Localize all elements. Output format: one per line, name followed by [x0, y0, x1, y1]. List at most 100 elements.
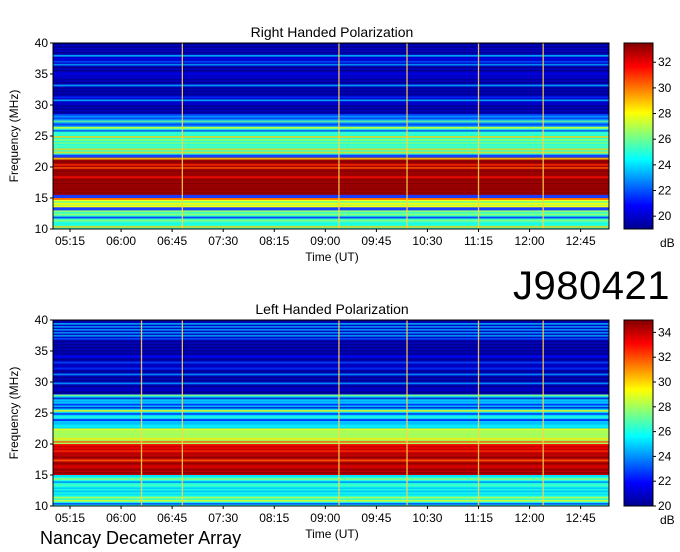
left-panel-x-axis: 05:15 06:00 06:45 07:30 08:15 09:00 09:45 10:30…: [55, 506, 596, 525]
colorbar-tick-label: 28: [658, 400, 672, 414]
band-striation: [53, 179, 609, 182]
band-striation: [53, 496, 609, 499]
band-striation: [53, 48, 609, 51]
right-panel-colorbar: 20 22 24 26 28 30 32 dB: [623, 42, 675, 250]
band-striation: [53, 379, 609, 382]
band-striation: [53, 72, 609, 75]
band-striation: [53, 123, 609, 126]
band-striation: [53, 90, 609, 93]
left-colorbar-gradient: [623, 319, 654, 507]
band-striation: [53, 434, 609, 437]
band-striation: [53, 490, 609, 493]
left-colorbar-ticks: 20 22 24 26 28 30 32 34: [653, 325, 672, 513]
band-striation: [53, 413, 609, 415]
left-panel-title: Left Handed Polarization: [255, 301, 408, 317]
band-striation: [53, 444, 609, 446]
band-striation: [53, 216, 609, 219]
band-striation: [53, 163, 609, 166]
band-striation: [53, 361, 609, 364]
colorbar-tick-label: 32: [658, 350, 672, 364]
right-colorbar-label: dB: [660, 236, 675, 250]
band-striation: [53, 431, 609, 434]
y-tick-label: 10: [35, 222, 49, 236]
band-striation: [53, 403, 609, 406]
right-panel-x-axis: 05:15 06:00 06:45 07:30 08:15 09:00 09:45 10:30…: [55, 229, 596, 248]
y-tick-label: 25: [35, 129, 49, 143]
colorbar-tick-label: 30: [658, 375, 672, 389]
colorbar-tick-label: 26: [658, 425, 672, 439]
y-tick-label: 20: [35, 160, 49, 174]
x-tick-label: 06:00: [106, 234, 136, 248]
x-tick-label: 12:00: [515, 234, 545, 248]
band-striation: [53, 120, 609, 123]
band-striation: [53, 201, 609, 203]
band-striation: [53, 69, 609, 72]
band-striation: [53, 129, 609, 132]
x-tick-label: 11:15: [464, 234, 493, 248]
y-tick-label: 40: [35, 313, 49, 327]
band-striation: [53, 51, 609, 54]
band-striation: [53, 151, 609, 154]
band-striation: [53, 136, 609, 138]
left-panel-colorbar: 20 22 24 26 28 30 32 34 dB: [623, 319, 675, 527]
band-striation: [53, 132, 609, 135]
band-striation: [53, 409, 609, 412]
y-tick-label: 10: [35, 499, 49, 513]
band-striation: [53, 459, 609, 462]
band-striation: [53, 340, 609, 343]
band-striation: [53, 343, 609, 346]
band-striation: [53, 373, 609, 376]
band-striation: [53, 493, 609, 496]
band-striation: [53, 45, 609, 48]
left-panel-y-label: Frequency (MHz): [7, 367, 21, 460]
left-panel-plot: [52, 319, 610, 507]
band-striation: [53, 456, 609, 459]
band-striation: [53, 222, 609, 225]
band-striation: [53, 191, 609, 194]
y-tick-label: 25: [35, 406, 49, 420]
band-striation: [53, 422, 609, 425]
band-striation: [53, 437, 609, 440]
left-colorbar-label: dB: [660, 513, 675, 527]
band-striation: [53, 126, 609, 129]
band-striation: [53, 182, 609, 185]
x-tick-label: 10:30: [412, 234, 442, 248]
colorbar-tick-label: 26: [658, 132, 672, 146]
band-striation: [53, 99, 609, 102]
y-tick-label: 15: [35, 468, 49, 482]
colorbar-tick-label: 32: [658, 55, 672, 69]
band-striation: [53, 185, 609, 188]
band-striation: [53, 160, 609, 163]
band-striation: [53, 173, 609, 176]
x-tick-label: 07:30: [208, 234, 238, 248]
y-tick-label: 30: [35, 375, 49, 389]
x-tick-label: 08:15: [259, 511, 289, 525]
band-striation: [53, 204, 609, 207]
band-striation: [53, 394, 609, 397]
band-striation: [53, 114, 609, 117]
band-striation: [53, 210, 609, 213]
band-striation: [53, 96, 609, 99]
x-tick-label: 08:15: [259, 234, 289, 248]
band-striation: [53, 382, 609, 385]
x-tick-label: 06:45: [157, 234, 187, 248]
band-striation: [53, 63, 609, 66]
band-striation: [53, 93, 609, 96]
x-tick-label: 06:45: [157, 511, 187, 525]
x-tick-label: 11:15: [464, 511, 493, 525]
right-colorbar-gradient: [623, 42, 654, 230]
band-striation: [53, 81, 609, 84]
x-tick-label: 09:45: [361, 511, 391, 525]
band-striation: [53, 57, 609, 60]
band-striation: [53, 475, 609, 477]
band-striation: [53, 198, 609, 200]
band-striation: [53, 358, 609, 361]
band-striation: [53, 117, 609, 120]
band-striation: [53, 225, 609, 228]
colorbar-tick-label: 34: [658, 325, 672, 339]
x-tick-label: 09:00: [310, 234, 340, 248]
band-striation: [53, 450, 609, 453]
band-striation: [53, 481, 609, 484]
band-striation: [53, 102, 609, 105]
band-striation: [53, 370, 609, 373]
